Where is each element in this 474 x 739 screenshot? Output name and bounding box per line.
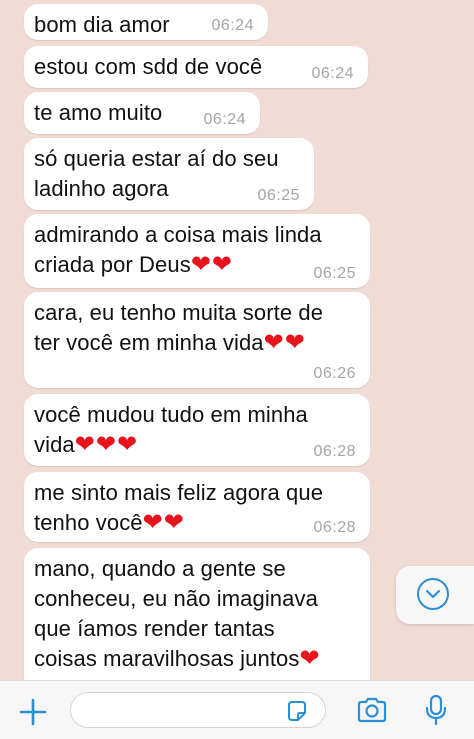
message-bubble[interactable]: só queria estar aí do seu ladinho agora … [24,138,314,210]
heart-emoji: ❤❤ [263,329,306,356]
message-time: 06:25 [257,187,300,204]
message-text: cara, eu tenho muita sorte de ter você e… [34,298,356,358]
message-text: estou com sdd de você [34,54,263,79]
message-time: 06:28 [313,519,356,536]
heart-emoji: ❤❤ [190,251,234,278]
message-time: 06:26 [313,365,356,382]
message-bubble[interactable]: bom dia amor 06:24 [24,4,268,40]
message-body: mano, quando a gente se conheceu, eu não… [34,556,318,671]
chat-area: bom dia amor 06:24 estou com sdd de você… [0,0,474,680]
message-time: 06:28 [313,443,356,460]
camera-icon[interactable] [356,696,388,724]
microphone-icon[interactable] [424,694,448,726]
message-time: 06:24 [311,65,354,82]
message-bubble[interactable]: admirando a coisa mais linda criada por … [24,214,370,288]
plus-icon[interactable] [18,697,48,727]
message-bubble[interactable]: estou com sdd de você 06:24 [24,46,368,88]
message-time: 06:24 [211,17,254,34]
message-input[interactable] [70,692,326,728]
message-body: admirando a coisa mais linda criada por … [34,222,322,277]
message-bubble[interactable]: mano, quando a gente se conheceu, eu não… [24,548,370,680]
chevron-down-icon [417,578,449,610]
message-text: você mudou tudo em minha vida❤❤❤ [34,400,356,460]
message-text: admirando a coisa mais linda criada por … [34,220,356,280]
heart-emoji: ❤ [299,645,321,672]
message-text: me sinto mais feliz agora que tenho você… [34,478,356,538]
message-bubble[interactable]: me sinto mais feliz agora que tenho você… [24,472,370,542]
scroll-to-bottom-button[interactable] [396,566,474,624]
input-bar [0,680,474,739]
message-bubble[interactable]: cara, eu tenho muita sorte de ter você e… [24,292,370,388]
heart-emoji: ❤❤❤ [74,431,139,458]
heart-emoji: ❤❤ [142,509,185,536]
message-text: mano, quando a gente se conheceu, eu não… [34,554,356,674]
message-time: 06:25 [313,265,356,282]
sticker-icon[interactable] [285,699,309,723]
message-bubble[interactable]: você mudou tudo em minha vida❤❤❤ 06:28 [24,394,370,466]
message-bubble[interactable]: te amo muito 06:24 [24,92,260,134]
message-time: 06:24 [203,111,246,128]
